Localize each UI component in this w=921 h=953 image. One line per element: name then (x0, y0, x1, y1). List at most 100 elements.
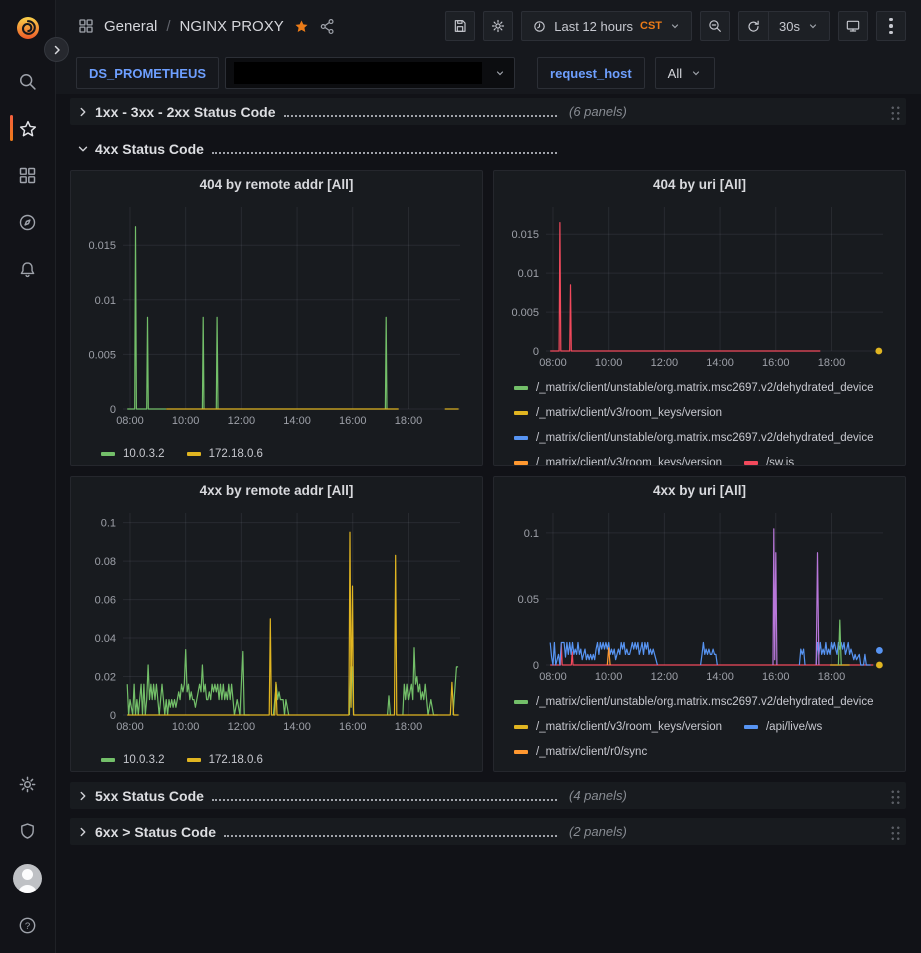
legend-swatch (514, 461, 528, 465)
svg-text:10:00: 10:00 (595, 357, 623, 369)
panel-title[interactable]: 404 by uri [All] (504, 171, 895, 199)
sidebar-item-starred[interactable] (0, 105, 55, 152)
svg-text:0.08: 0.08 (95, 556, 116, 568)
chevron-right-icon (76, 789, 90, 803)
sidebar-item-profile[interactable] (0, 855, 55, 902)
expand-sidebar-button[interactable] (44, 37, 69, 62)
sidebar-item-explore[interactable] (0, 199, 55, 246)
svg-text:?: ? (25, 921, 30, 932)
dashboard-settings-button[interactable] (483, 11, 513, 41)
time-series-chart[interactable]: 08:0010:0012:0014:0016:0018:0000.020.040… (81, 505, 472, 735)
zoom-out-time-button[interactable] (700, 11, 730, 41)
row-panel-count: (2 panels) (569, 824, 627, 839)
share-icon[interactable] (319, 18, 336, 35)
sidebar-item-help[interactable]: ? (0, 902, 55, 949)
sidebar-item-configuration[interactable] (0, 761, 55, 808)
legend-swatch (514, 725, 528, 729)
shield-icon (17, 821, 38, 842)
more-options-button[interactable] (876, 11, 906, 41)
breadcrumb-title[interactable]: NGINX PROXY (180, 18, 284, 35)
breadcrumb-separator: / (166, 18, 170, 35)
chevron-down-icon (807, 20, 819, 32)
legend-item[interactable]: /sw.js (744, 457, 794, 467)
svg-text:0.005: 0.005 (511, 307, 539, 319)
refresh-interval-select[interactable]: 30s (768, 11, 830, 41)
sidebar-item-server-admin[interactable] (0, 808, 55, 855)
legend-item[interactable]: /_matrix/client/v3/room_keys/version (514, 457, 722, 467)
row-header-6xx[interactable]: 6xx > Status Code (2 panels) (70, 818, 906, 845)
legend-item[interactable]: /_matrix/client/unstable/org.matrix.msc2… (514, 771, 874, 773)
refresh-group: 30s (738, 11, 830, 41)
legend-item[interactable]: 10.0.3.2 (101, 448, 165, 460)
legend-item[interactable]: /_matrix/client/r0/sync (514, 746, 647, 758)
time-series-chart[interactable]: 08:0010:0012:0014:0016:0018:0000.0050.01… (81, 199, 472, 429)
legend-item[interactable]: /_matrix/client/v3/room_keys/version (514, 721, 722, 733)
time-range-picker[interactable]: Last 12 hours CST (521, 11, 692, 41)
breadcrumb-section[interactable]: General (104, 18, 157, 35)
datasource-select[interactable] (225, 57, 515, 89)
row-drag-handle[interactable] (889, 824, 900, 840)
svg-text:0.01: 0.01 (95, 295, 116, 307)
redacted-value (234, 62, 482, 84)
compass-icon (17, 212, 38, 233)
legend-item[interactable]: /_matrix/client/v3/room_keys/version (514, 407, 722, 419)
dot-leader (284, 108, 557, 117)
legend-item[interactable]: /api/live/ws (744, 721, 822, 733)
favorite-star-icon[interactable] (293, 18, 310, 35)
panel-title[interactable]: 4xx by remote addr [All] (81, 477, 472, 505)
legend-swatch (187, 452, 201, 456)
legend-item[interactable]: 172.18.0.6 (187, 754, 263, 766)
bell-icon (17, 259, 38, 280)
legend-row: 10.0.3.2 172.18.0.6 (101, 441, 263, 466)
help-icon: ? (17, 915, 38, 936)
svg-text:16:00: 16:00 (762, 357, 790, 369)
sidebar-item-dashboards[interactable] (0, 152, 55, 199)
row-header-5xx[interactable]: 5xx Status Code (4 panels) (70, 782, 906, 809)
row-header-4xx[interactable]: 4xx Status Code (70, 135, 906, 162)
tv-mode-button[interactable] (838, 11, 868, 41)
svg-text:10:00: 10:00 (595, 671, 623, 683)
svg-text:0: 0 (533, 660, 539, 672)
panel-title[interactable]: 404 by remote addr [All] (81, 171, 472, 199)
legend-item[interactable]: /_matrix/client/unstable/org.matrix.msc2… (514, 696, 874, 708)
panel-legend: /_matrix/client/unstable/org.matrix.msc2… (504, 689, 895, 772)
svg-text:0.1: 0.1 (101, 518, 116, 530)
row-drag-handle[interactable] (889, 788, 900, 804)
row-drag-handle[interactable] (889, 104, 900, 120)
panel-title[interactable]: 4xx by uri [All] (504, 477, 895, 505)
request-host-select[interactable]: All (655, 57, 715, 89)
row-panel-count: (4 panels) (569, 788, 627, 803)
sidebar-item-search[interactable] (0, 58, 55, 105)
row-header-1xx-3xx-2xx[interactable]: 1xx - 3xx - 2xx Status Code (6 panels) (70, 98, 906, 125)
legend-item[interactable]: 10.0.3.2 (101, 754, 165, 766)
apps-grid-icon (17, 165, 38, 186)
svg-text:18:00: 18:00 (395, 415, 423, 427)
svg-text:08:00: 08:00 (116, 721, 144, 733)
panel-grid: 404 by remote addr [All] 08:0010:0012:00… (70, 170, 906, 772)
svg-text:18:00: 18:00 (818, 671, 846, 683)
svg-text:10:00: 10:00 (172, 721, 200, 733)
legend-item[interactable]: /_matrix/client/unstable/org.matrix.msc2… (514, 382, 874, 394)
zoom-out-icon (707, 18, 723, 34)
time-series-chart[interactable]: 08:0010:0012:0014:0016:0018:0000.0050.01… (504, 199, 895, 371)
refresh-icon (746, 19, 761, 34)
svg-text:14:00: 14:00 (283, 721, 311, 733)
sidebar-item-alerting[interactable] (0, 246, 55, 293)
legend-item[interactable]: 172.18.0.6 (187, 448, 263, 460)
svg-text:16:00: 16:00 (339, 721, 367, 733)
dot-leader (212, 145, 557, 154)
chevron-down-icon (669, 20, 681, 32)
toolbar: Last 12 hours CST 30s (445, 11, 906, 41)
legend-swatch (514, 700, 528, 704)
legend-swatch (744, 461, 758, 465)
active-indicator (10, 115, 13, 141)
legend-item[interactable]: /_matrix/client/unstable/org.matrix.msc2… (514, 432, 874, 444)
svg-text:16:00: 16:00 (339, 415, 367, 427)
save-dashboard-button[interactable] (445, 11, 475, 41)
refresh-button[interactable] (738, 11, 768, 41)
panel-legend: 10.0.3.2 172.18.0.6 (81, 441, 472, 466)
apps-grid-icon (77, 17, 95, 35)
svg-text:12:00: 12:00 (228, 721, 256, 733)
time-series-chart[interactable]: 08:0010:0012:0014:0016:0018:0000.050.1 (504, 505, 895, 685)
legend-row: /_matrix/client/r0/sync (514, 739, 895, 764)
